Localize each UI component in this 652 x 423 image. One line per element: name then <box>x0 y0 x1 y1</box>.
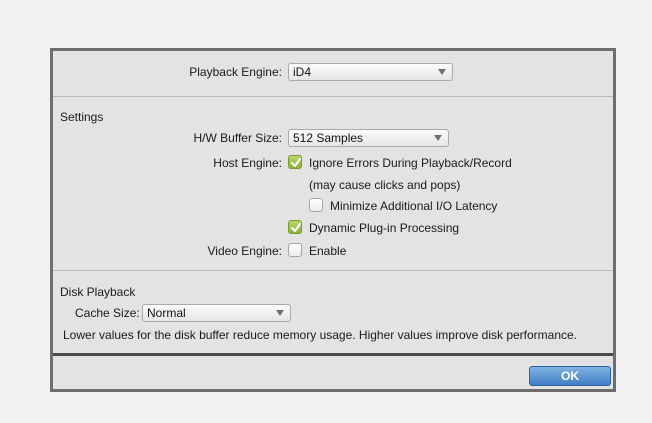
chevron-down-icon <box>276 310 284 316</box>
minimize-latency-checkbox[interactable] <box>309 198 323 212</box>
host-engine-label: Host Engine: <box>213 156 282 170</box>
disk-description: Lower values for the disk buffer reduce … <box>63 328 578 342</box>
hw-buffer-select[interactable]: 512 Samples <box>288 129 449 147</box>
playback-engine-label: Playback Engine: <box>189 65 282 79</box>
ignore-errors-note: (may cause clicks and pops) <box>309 178 461 192</box>
chevron-down-icon <box>434 135 442 141</box>
section-divider <box>53 96 613 97</box>
cache-size-select[interactable]: Normal <box>142 304 291 322</box>
ok-button[interactable]: OK <box>529 366 611 386</box>
footer-divider <box>53 353 613 356</box>
playback-engine-value: iD4 <box>293 65 312 79</box>
playback-engine-dialog: Playback Engine: iD4 Settings H/W Buffer… <box>50 48 616 392</box>
cache-size-value: Normal <box>147 306 186 320</box>
video-engine-enable-label: Enable <box>309 244 347 258</box>
dynamic-plugin-checkbox[interactable] <box>288 220 302 234</box>
cache-size-label: Cache Size: <box>75 306 140 320</box>
checkmark-icon <box>291 223 301 232</box>
minimize-latency-label: Minimize Additional I/O Latency <box>330 199 498 213</box>
chevron-down-icon <box>438 69 446 75</box>
disk-playback-section-title: Disk Playback <box>60 285 136 299</box>
playback-engine-select[interactable]: iD4 <box>288 63 453 81</box>
video-engine-label: Video Engine: <box>207 244 282 258</box>
section-divider <box>53 270 613 271</box>
ignore-errors-label: Ignore Errors During Playback/Record <box>309 156 512 170</box>
checkmark-icon <box>291 158 301 167</box>
hw-buffer-label: H/W Buffer Size: <box>193 131 282 145</box>
video-engine-enable-checkbox[interactable] <box>288 243 302 257</box>
settings-section-title: Settings <box>60 110 104 124</box>
ignore-errors-checkbox[interactable] <box>288 155 302 169</box>
hw-buffer-value: 512 Samples <box>293 131 364 145</box>
dynamic-plugin-label: Dynamic Plug-in Processing <box>309 221 460 235</box>
